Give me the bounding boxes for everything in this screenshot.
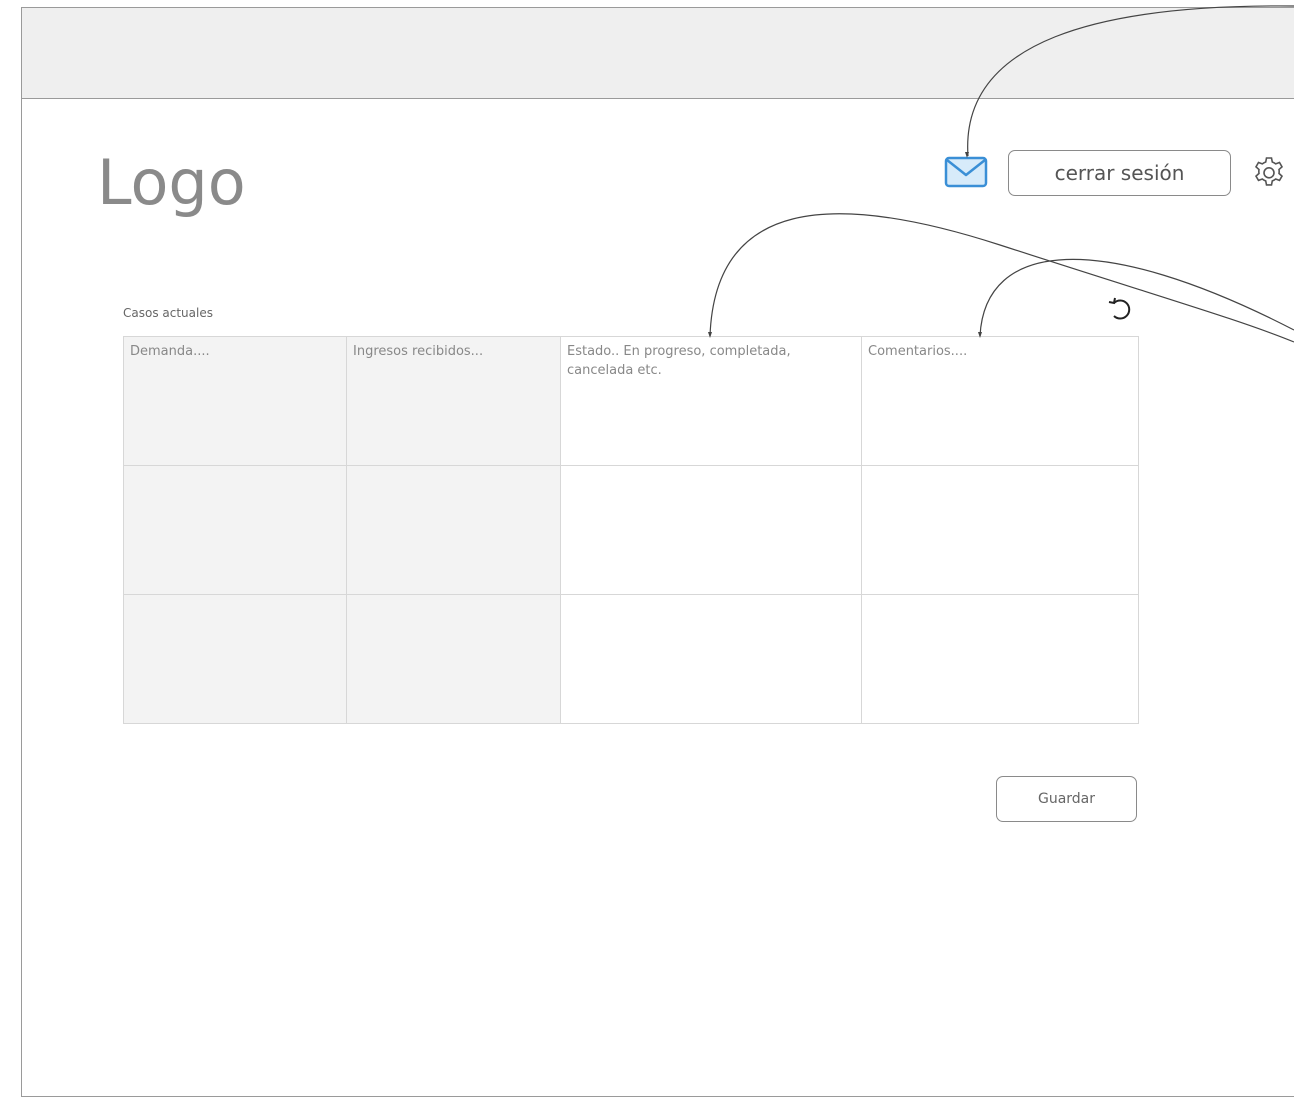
table-cell[interactable] [560, 594, 862, 724]
table-cell[interactable] [123, 465, 347, 595]
table-cell[interactable] [861, 465, 1139, 595]
save-button[interactable]: Guardar [996, 776, 1137, 822]
section-label: Casos actuales [123, 306, 213, 320]
mail-icon[interactable] [944, 156, 988, 188]
top-bar [21, 7, 1294, 99]
gear-icon[interactable] [1251, 155, 1287, 191]
table-cell[interactable] [560, 465, 862, 595]
logo: Logo [97, 146, 246, 219]
logout-button[interactable]: cerrar sesión [1008, 150, 1231, 196]
table-cell[interactable]: Demanda.... [123, 336, 347, 466]
table-cell[interactable]: Comentarios.... [861, 336, 1139, 466]
table-cell[interactable] [346, 594, 561, 724]
table-cell[interactable] [123, 594, 347, 724]
table-cell[interactable] [861, 594, 1139, 724]
table-row: Demanda.... Ingresos recibidos... Estado… [123, 336, 1139, 466]
table-cell[interactable] [346, 465, 561, 595]
table-row [123, 465, 1139, 595]
refresh-icon[interactable] [1104, 294, 1138, 324]
table-row [123, 594, 1139, 724]
table-cell[interactable]: Estado.. En progreso, completada, cancel… [560, 336, 862, 466]
cases-table: Demanda.... Ingresos recibidos... Estado… [123, 336, 1139, 724]
table-cell[interactable]: Ingresos recibidos... [346, 336, 561, 466]
